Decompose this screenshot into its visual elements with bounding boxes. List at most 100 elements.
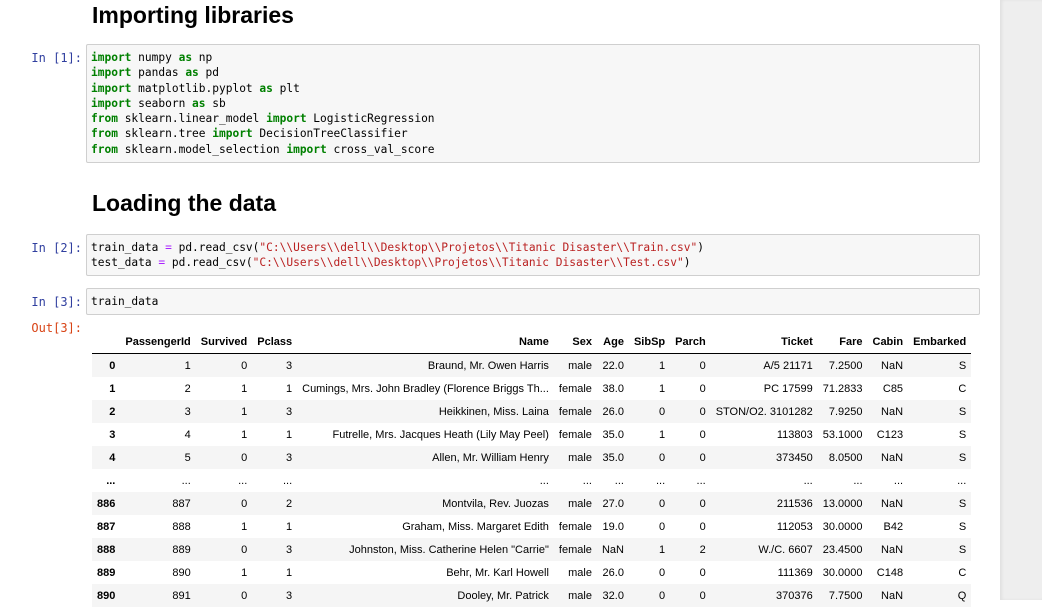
table-cell: 7.7500 xyxy=(818,584,868,607)
table-cell: 0 xyxy=(629,492,670,515)
table-cell: 1 xyxy=(196,423,252,446)
table-cell: NaN xyxy=(868,446,909,469)
code-line: from sklearn.tree import DecisionTreeCla… xyxy=(91,126,975,141)
table-cell: S xyxy=(908,515,971,538)
table-cell: 887 xyxy=(120,492,195,515)
table-cell: female xyxy=(554,538,597,561)
table-cell: S xyxy=(908,400,971,423)
code-cell-train-data[interactable]: train_data xyxy=(86,288,980,315)
table-cell: A/5 21171 xyxy=(711,354,818,378)
code-token: import xyxy=(91,97,131,110)
code-token: DecisionTreeClassifier xyxy=(253,127,408,140)
table-cell: 0 xyxy=(670,515,711,538)
table-cell: 111369 xyxy=(711,561,818,584)
table-cell: 3 xyxy=(252,400,297,423)
code-line: test_data = pd.read_csv("C:\\Users\\dell… xyxy=(91,255,975,270)
row-index: 2 xyxy=(92,400,120,423)
table-cell: 53.1000 xyxy=(818,423,868,446)
table-cell: 0 xyxy=(196,584,252,607)
column-header: Embarked xyxy=(908,331,971,354)
table-cell: 7.9250 xyxy=(818,400,868,423)
table-cell: C148 xyxy=(868,561,909,584)
dataframe-output: PassengerIdSurvivedPclassNameSexAgeSibSp… xyxy=(92,331,971,607)
heading-loading-data: Loading the data xyxy=(92,190,276,217)
code-token: from xyxy=(91,143,118,156)
table-cell: 1 xyxy=(252,561,297,584)
input-prompt-3: In [3]: xyxy=(0,295,82,309)
table-cell: 38.0 xyxy=(597,377,629,400)
table-cell: 0 xyxy=(670,584,711,607)
code-token: import xyxy=(212,127,252,140)
table-cell: 71.2833 xyxy=(818,377,868,400)
code-token: as xyxy=(185,66,198,79)
code-token: as xyxy=(179,51,192,64)
table-cell: 1 xyxy=(629,423,670,446)
table-cell: 7.2500 xyxy=(818,354,868,378)
table-row: 88989011Behr, Mr. Karl Howellmale26.0001… xyxy=(92,561,971,584)
table-cell: 888 xyxy=(120,515,195,538)
table-cell: 891 xyxy=(120,584,195,607)
table-cell: ... xyxy=(629,469,670,492)
table-cell: 13.0000 xyxy=(818,492,868,515)
table-cell: 2 xyxy=(670,538,711,561)
table-cell: 1 xyxy=(252,515,297,538)
table-cell: 0 xyxy=(670,492,711,515)
table-cell: 889 xyxy=(120,538,195,561)
column-header: Sex xyxy=(554,331,597,354)
code-token: sklearn.tree xyxy=(118,127,212,140)
table-cell: male xyxy=(554,492,597,515)
code-cell-imports[interactable]: import numpy as npimport pandas as pdimp… xyxy=(86,44,980,163)
table-row: 0103Braund, Mr. Owen Harrismale22.010A/5… xyxy=(92,354,971,378)
right-gutter xyxy=(1000,0,1042,600)
table-cell: B42 xyxy=(868,515,909,538)
code-line: import seaborn as sb xyxy=(91,96,975,111)
table-cell: 1 xyxy=(252,377,297,400)
table-cell: 0 xyxy=(629,400,670,423)
column-header: PassengerId xyxy=(120,331,195,354)
code-token: train_data xyxy=(91,241,165,254)
table-cell: 35.0 xyxy=(597,423,629,446)
table-cell: 370376 xyxy=(711,584,818,607)
table-cell: female xyxy=(554,377,597,400)
code-cell-read-csv[interactable]: train_data = pd.read_csv("C:\\Users\\del… xyxy=(86,234,980,276)
column-header: Pclass xyxy=(252,331,297,354)
code-token: pd.read_csv( xyxy=(165,256,253,269)
column-header xyxy=(92,331,120,354)
table-cell: 1 xyxy=(196,515,252,538)
table-cell: 2 xyxy=(120,377,195,400)
table-cell: 1 xyxy=(629,538,670,561)
code-token: matplotlib.pyplot xyxy=(131,82,259,95)
table-cell: 19.0 xyxy=(597,515,629,538)
table-cell: ... xyxy=(818,469,868,492)
table-cell: ... xyxy=(554,469,597,492)
column-header: Fare xyxy=(818,331,868,354)
table-cell: C xyxy=(908,561,971,584)
table-cell: 0 xyxy=(196,446,252,469)
code-token: as xyxy=(259,82,272,95)
table-cell: 112053 xyxy=(711,515,818,538)
table-cell: NaN xyxy=(597,538,629,561)
table-cell: 0 xyxy=(670,377,711,400)
table-cell: 113803 xyxy=(711,423,818,446)
table-cell: female xyxy=(554,515,597,538)
table-cell: 0 xyxy=(196,538,252,561)
table-cell: 3 xyxy=(120,400,195,423)
table-cell: S xyxy=(908,538,971,561)
code-token: import xyxy=(91,66,131,79)
table-cell: ... xyxy=(868,469,909,492)
table-cell: Behr, Mr. Karl Howell xyxy=(297,561,554,584)
code-token: pd xyxy=(199,66,219,79)
table-cell: Dooley, Mr. Patrick xyxy=(297,584,554,607)
table-cell: 0 xyxy=(629,515,670,538)
code-token: ) xyxy=(697,241,704,254)
table-cell: Q xyxy=(908,584,971,607)
table-cell: 4 xyxy=(120,423,195,446)
table-row: 89089103Dooley, Mr. Patrickmale32.000370… xyxy=(92,584,971,607)
table-cell: 26.0 xyxy=(597,561,629,584)
input-prompt-2: In [2]: xyxy=(0,241,82,255)
table-cell: 1 xyxy=(196,400,252,423)
code-token: plt xyxy=(273,82,300,95)
table-cell: Montvila, Rev. Juozas xyxy=(297,492,554,515)
row-index: ... xyxy=(92,469,120,492)
code-token: "C:\\Users\\dell\\Desktop\\Projetos\\Tit… xyxy=(253,256,684,269)
